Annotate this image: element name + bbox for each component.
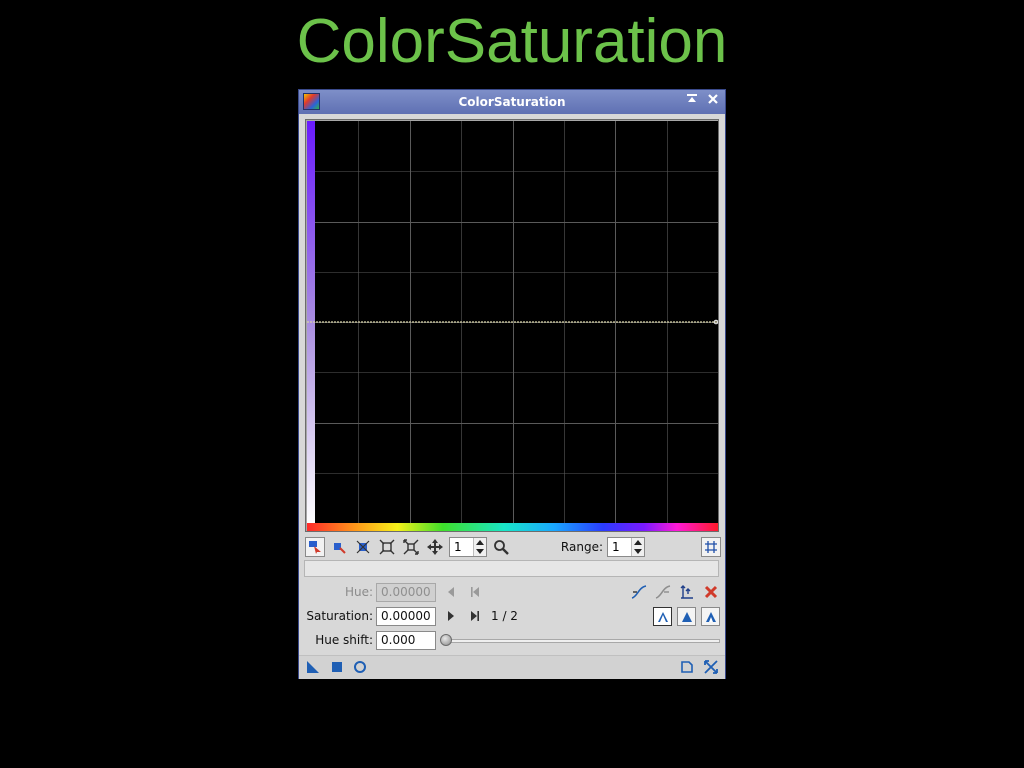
- hue-shift-slider[interactable]: [442, 639, 720, 643]
- hue-scale-bar: [307, 523, 718, 531]
- apply-global-icon[interactable]: [327, 657, 347, 677]
- shade-window-icon[interactable]: [684, 93, 700, 111]
- range-value: 1: [612, 540, 620, 554]
- hue-shift-label: Hue shift:: [315, 633, 373, 647]
- delete-point-mode-icon[interactable]: [353, 537, 373, 557]
- zoom-reset-icon[interactable]: [401, 537, 421, 557]
- real-time-preview-icon[interactable]: [350, 657, 370, 677]
- reset-icon[interactable]: [701, 657, 721, 677]
- reverse-curve-icon[interactable]: [653, 582, 673, 602]
- zoom-value: 1: [454, 540, 462, 554]
- last-point-icon[interactable]: [465, 606, 485, 626]
- zoom-icon[interactable]: [491, 537, 511, 557]
- curve-graph[interactable]: [307, 121, 718, 531]
- delete-point-icon[interactable]: [701, 582, 721, 602]
- first-point-icon[interactable]: [465, 582, 485, 602]
- curve-mode-linear-icon[interactable]: [701, 607, 720, 626]
- window-title: ColorSaturation: [458, 95, 566, 109]
- slide-title: ColorSaturation: [296, 7, 728, 76]
- range-spin-arrows[interactable]: [631, 538, 644, 556]
- hue-field[interactable]: 0.00000: [376, 583, 436, 602]
- interpolation-icon[interactable]: [629, 582, 649, 602]
- store-curve-icon[interactable]: [677, 582, 697, 602]
- zoom-spinbox[interactable]: 1: [449, 537, 487, 557]
- info-strip: [304, 560, 719, 577]
- previous-point-icon[interactable]: [441, 582, 461, 602]
- close-icon[interactable]: [705, 93, 721, 111]
- grid-toggle-icon[interactable]: [701, 537, 721, 557]
- saturation-field[interactable]: 0.00000: [376, 607, 436, 626]
- graph-background: [307, 121, 718, 531]
- hue-label: Hue:: [344, 585, 373, 599]
- window-titlebar[interactable]: ColorSaturation: [299, 90, 725, 114]
- color-saturation-window: ColorSaturation 1 Range: 1 Hue: 0.00000 …: [298, 89, 726, 679]
- new-instance-icon[interactable]: [303, 657, 323, 677]
- process-bottom-bar: [299, 655, 725, 679]
- hue-shift-field[interactable]: 0.000: [376, 631, 436, 650]
- zoom-fit-icon[interactable]: [377, 537, 397, 557]
- saturation-scale-bar: [307, 121, 315, 525]
- hue-shift-slider-handle[interactable]: [440, 634, 452, 646]
- graph-toolbar: 1 Range: 1: [299, 537, 725, 559]
- saturation-label: Saturation:: [306, 609, 373, 623]
- documentation-icon[interactable]: [677, 657, 697, 677]
- zoom-spin-arrows[interactable]: [473, 538, 486, 556]
- curve-graph-frame: [305, 119, 719, 532]
- range-label: Range:: [560, 540, 603, 554]
- pan-icon[interactable]: [425, 537, 445, 557]
- select-point-icon[interactable]: [329, 537, 349, 557]
- curve-mode-cubic-icon[interactable]: [677, 607, 696, 626]
- range-spinbox[interactable]: 1: [607, 537, 645, 557]
- edit-mode-icon[interactable]: [305, 537, 325, 557]
- next-point-icon[interactable]: [441, 606, 461, 626]
- curve-mode-akima-icon[interactable]: [653, 607, 672, 626]
- point-counter: 1 / 2: [491, 609, 518, 623]
